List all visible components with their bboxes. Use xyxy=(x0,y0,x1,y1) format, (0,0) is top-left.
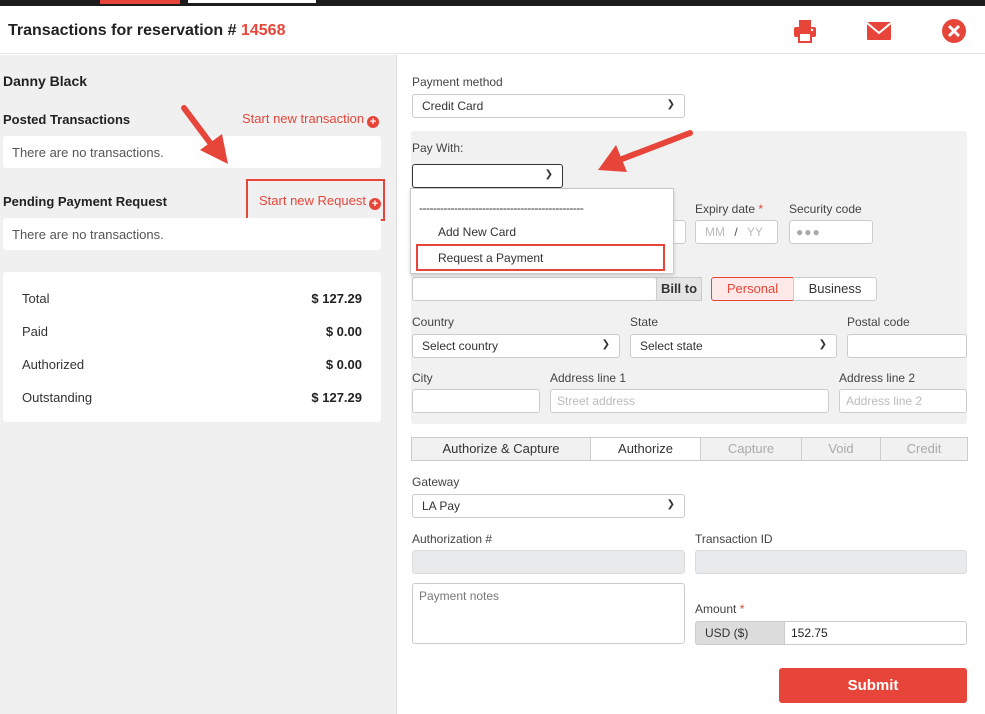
transaction-id-input xyxy=(695,550,967,574)
city-input[interactable] xyxy=(412,389,540,413)
country-label: Country xyxy=(412,315,455,329)
transaction-id-label: Transaction ID xyxy=(695,532,773,546)
guest-name: Danny Black xyxy=(3,73,88,89)
state-select[interactable]: Select state ❯ xyxy=(630,334,837,358)
address-line1-input[interactable]: Street address xyxy=(550,389,829,413)
expiry-month-placeholder: MM xyxy=(705,225,725,239)
authorized-value: $ 0.00 xyxy=(325,357,362,372)
highlight-box xyxy=(416,244,665,271)
top-tab-indicator xyxy=(188,0,316,3)
state-value: Select state xyxy=(640,339,703,353)
name-on-card-input[interactable] xyxy=(412,277,657,301)
reservation-number: 14568 xyxy=(240,22,286,39)
posted-transactions-empty: There are no transactions. xyxy=(3,136,381,168)
expiry-slash: / xyxy=(734,225,738,239)
payment-method-select[interactable]: Credit Card ❯ xyxy=(412,94,685,118)
expiry-year-placeholder: YY xyxy=(746,225,763,239)
total-value: $ 127.29 xyxy=(311,291,362,306)
page-title: Transactions for reservation # 14568 xyxy=(8,22,285,40)
amount-label: Amount * xyxy=(695,602,744,616)
start-new-transaction-label: Start new transaction xyxy=(242,111,365,126)
payment-method-label: Payment method xyxy=(412,75,503,89)
outstanding-label: Outstanding xyxy=(22,390,93,405)
gateway-value: LA Pay xyxy=(422,499,461,513)
payment-method-value: Credit Card xyxy=(422,99,484,113)
card-number-input[interactable] xyxy=(672,220,686,244)
close-icon[interactable] xyxy=(941,18,967,44)
address-line1-label: Address line 1 xyxy=(550,371,627,385)
authorization-number-input xyxy=(412,550,685,574)
chevron-down-icon: ❯ xyxy=(666,99,675,110)
transaction-type-tabs: Authorize & Capture Authorize Capture Vo… xyxy=(411,437,968,461)
pay-with-dropdown: ----------------------------------------… xyxy=(410,188,674,274)
expiry-date-label: Expiry date * xyxy=(695,202,763,216)
total-row: Total $ 127.29 xyxy=(22,291,362,306)
email-icon[interactable] xyxy=(866,18,892,44)
amount-input[interactable]: 152.75 xyxy=(784,621,967,645)
postal-code-label: Postal code xyxy=(847,315,910,329)
country-select[interactable]: Select country ❯ xyxy=(412,334,620,358)
start-new-request-label: Start new Request xyxy=(259,193,366,208)
state-label: State xyxy=(630,315,659,329)
expiry-date-label-text: Expiry date xyxy=(695,202,756,216)
security-code-label: Security code xyxy=(789,202,862,216)
plus-circle-icon: + xyxy=(367,116,380,128)
city-label: City xyxy=(412,371,433,385)
add-new-card-option[interactable]: Add New Card xyxy=(438,225,516,239)
outstanding-row: Outstanding $ 127.29 xyxy=(22,390,362,405)
postal-code-input[interactable] xyxy=(847,334,967,358)
chevron-down-icon: ❯ xyxy=(544,169,553,180)
tab-capture[interactable]: Capture xyxy=(700,437,802,461)
chevron-down-icon: ❯ xyxy=(601,339,610,350)
dropdown-separator: ----------------------------------------… xyxy=(419,201,584,215)
pending-requests-empty: There are no transactions. xyxy=(3,218,381,250)
personal-toggle[interactable]: Personal xyxy=(711,277,794,301)
expiry-date-input[interactable]: MM / YY xyxy=(695,220,778,244)
total-label: Total xyxy=(22,291,50,306)
business-toggle[interactable]: Business xyxy=(793,277,877,301)
authorized-row: Authorized $ 0.00 xyxy=(22,357,362,372)
title-text: Transactions for reservation # xyxy=(8,22,237,39)
currency-addon: USD ($) xyxy=(695,621,785,645)
authorization-number-label: Authorization # xyxy=(412,532,493,546)
tab-authorize[interactable]: Authorize xyxy=(590,437,701,461)
top-tab-indicator xyxy=(100,0,180,4)
authorized-label: Authorized xyxy=(22,357,85,372)
posted-transactions-title: Posted Transactions xyxy=(3,112,131,127)
transactions-summary-pane: Danny Black Posted Transactions Start ne… xyxy=(0,55,397,714)
paid-row: Paid $ 0.00 xyxy=(22,324,362,339)
pay-with-label: Pay With: xyxy=(412,141,464,155)
gateway-label: Gateway xyxy=(412,475,460,489)
totals-card: Total $ 127.29 Paid $ 0.00 Authorized $ … xyxy=(3,272,381,422)
tab-credit[interactable]: Credit xyxy=(880,437,968,461)
tab-authorize-capture[interactable]: Authorize & Capture xyxy=(411,437,591,461)
tab-void[interactable]: Void xyxy=(801,437,881,461)
start-new-request-link[interactable]: Start new Request + xyxy=(259,193,381,210)
address-line2-label: Address line 2 xyxy=(839,371,916,385)
dialog-header: Transactions for reservation # 14568 xyxy=(0,6,985,54)
outstanding-value: $ 127.29 xyxy=(311,390,362,405)
paid-label: Paid xyxy=(22,324,49,339)
payment-notes-textarea[interactable]: Payment notes xyxy=(412,583,685,644)
amount-label-text: Amount xyxy=(695,602,737,616)
country-value: Select country xyxy=(422,339,499,353)
paid-value: $ 0.00 xyxy=(325,324,362,339)
gateway-select[interactable]: LA Pay ❯ xyxy=(412,494,685,518)
required-marker: * xyxy=(739,602,745,616)
security-code-input[interactable]: ●●● xyxy=(789,220,873,244)
required-marker: * xyxy=(758,202,764,216)
chevron-down-icon: ❯ xyxy=(818,339,827,350)
start-new-transaction-link[interactable]: Start new transaction + xyxy=(242,111,380,128)
pay-with-select[interactable]: ❯ xyxy=(412,164,563,188)
chevron-down-icon: ❯ xyxy=(666,499,675,510)
address-line2-input[interactable]: Address line 2 xyxy=(839,389,967,413)
pending-payment-request-title: Pending Payment Request xyxy=(3,194,167,209)
plus-circle-icon: + xyxy=(368,198,381,210)
print-icon[interactable] xyxy=(792,18,818,44)
submit-button[interactable]: Submit xyxy=(779,668,967,703)
bill-to-label: Bill to xyxy=(656,277,702,301)
